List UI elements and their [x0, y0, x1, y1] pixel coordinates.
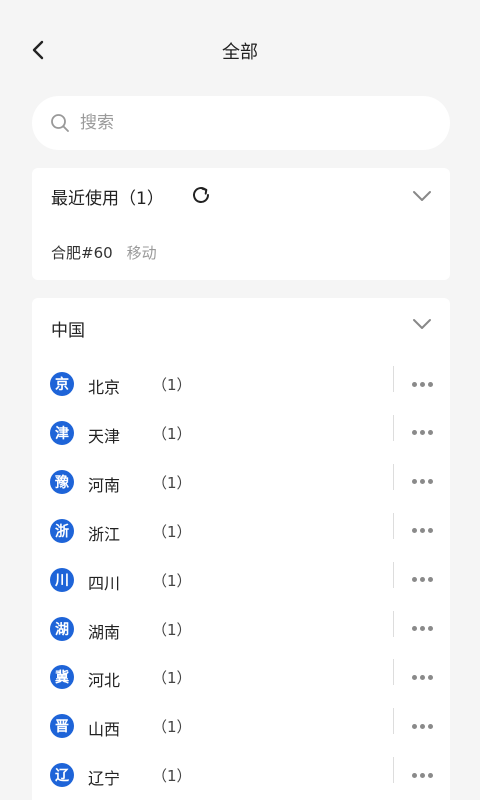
- province-badge: 冀: [50, 665, 74, 690]
- province-name: 辽宁: [88, 769, 121, 789]
- province-row[interactable]: 冀河北 （1）: [32, 659, 450, 714]
- province-count: （1）: [152, 571, 192, 590]
- recent-item-carrier: 移动: [126, 244, 157, 262]
- province-count: （1）: [152, 424, 192, 443]
- province-badge: 京: [50, 372, 74, 396]
- more-icon[interactable]: [412, 524, 434, 538]
- divider: [393, 659, 394, 686]
- page: 全部 最近使用（1） 合肥#60 移动 中国 京北京 （1） 津天津 （1） 豫河南 （1）…: [0, 0, 480, 800]
- province-badge: 津: [50, 420, 74, 445]
- province-name: 湖南: [88, 622, 121, 642]
- province-name: 河北: [88, 671, 121, 691]
- divider: [393, 512, 394, 539]
- province-row[interactable]: 津天津 （1）: [32, 414, 450, 470]
- province-name: 山西: [88, 720, 121, 740]
- province-row[interactable]: 湖湖南 （1）: [32, 610, 450, 666]
- province-count: （1）: [152, 620, 192, 639]
- province-count: （1）: [152, 669, 192, 688]
- province-badge: 川: [50, 567, 74, 592]
- divider: [393, 414, 394, 441]
- region-card: 中国 京北京 （1）津天津 （1）豫河南 （1）浙浙江 （1）川四川 （1）湖湖南 （1）冀…: [32, 298, 450, 800]
- province-badge: 湖: [50, 616, 74, 641]
- divider: [393, 561, 394, 588]
- more-icon[interactable]: [412, 426, 434, 440]
- more-icon[interactable]: [412, 377, 434, 391]
- divider: [393, 610, 394, 637]
- province-badge: 豫: [50, 469, 74, 494]
- recent-item[interactable]: 合肥#60 移动: [51, 242, 157, 263]
- province-count: （1）: [152, 718, 192, 737]
- province-count: （1）: [152, 473, 192, 492]
- more-icon[interactable]: [412, 670, 434, 684]
- province-name: 四川: [88, 573, 121, 593]
- province-row[interactable]: 川四川 （1）: [32, 561, 450, 617]
- chevron-down-icon[interactable]: [412, 318, 432, 330]
- divider: [393, 463, 394, 490]
- recent-item-name: 合肥#60: [51, 244, 113, 262]
- divider: [393, 757, 394, 784]
- search-icon: [51, 114, 69, 132]
- province-badge: 浙: [50, 518, 74, 543]
- search-bar[interactable]: [32, 96, 450, 150]
- province-badge: 晋: [50, 714, 74, 739]
- province-name: 河南: [88, 475, 121, 495]
- more-icon[interactable]: [412, 622, 434, 636]
- province-name: 天津: [88, 426, 121, 446]
- recent-title: 最近使用（1）: [51, 189, 164, 209]
- province-count: （1）: [152, 376, 192, 394]
- search-input[interactable]: [80, 113, 420, 133]
- more-icon[interactable]: [412, 719, 434, 733]
- more-icon[interactable]: [412, 573, 434, 587]
- region-title: 中国: [51, 321, 85, 341]
- province-row[interactable]: 浙浙江 （1）: [32, 512, 450, 568]
- province-name: 北京: [88, 378, 121, 397]
- divider: [393, 366, 394, 392]
- header: 全部: [0, 0, 480, 100]
- recent-card: 最近使用（1） 合肥#60 移动: [32, 168, 450, 280]
- more-icon[interactable]: [412, 475, 434, 489]
- province-badge: 辽: [50, 763, 74, 788]
- province-row[interactable]: 晋山西 （1）: [32, 708, 450, 763]
- refresh-icon[interactable]: [190, 184, 212, 206]
- province-count: （1）: [152, 767, 192, 786]
- more-icon[interactable]: [412, 768, 434, 782]
- province-name: 浙江: [88, 524, 121, 544]
- chevron-down-icon[interactable]: [412, 190, 432, 202]
- province-count: （1）: [152, 522, 192, 541]
- province-row[interactable]: 辽辽宁 （1）: [32, 757, 450, 800]
- province-row[interactable]: 京北京 （1）: [32, 366, 450, 421]
- province-row[interactable]: 豫河南 （1）: [32, 463, 450, 519]
- page-title: 全部: [222, 42, 258, 63]
- divider: [393, 708, 394, 735]
